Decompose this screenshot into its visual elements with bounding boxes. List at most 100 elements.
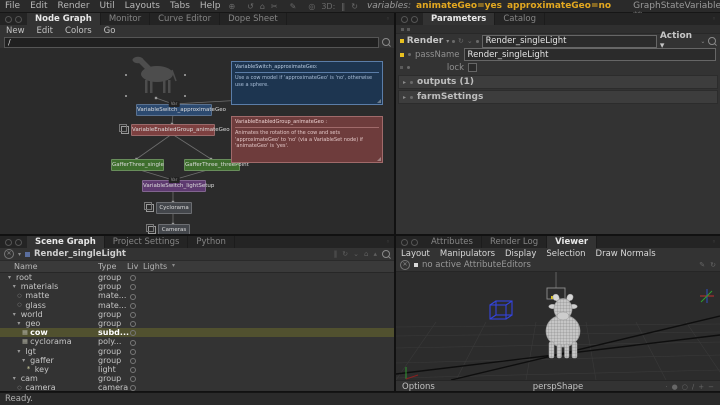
- scenegraph-row[interactable]: ▾lgt group: [0, 347, 394, 356]
- brush-icon[interactable]: ✎: [699, 261, 705, 269]
- parameter-group-bar[interactable]: ▸ farmSettings: [398, 90, 718, 104]
- menu-item[interactable]: Go: [98, 26, 122, 36]
- expander-icon[interactable]: ▸: [403, 94, 406, 101]
- menu-item[interactable]: Tabs: [165, 1, 195, 11]
- proxy-cube[interactable]: [490, 301, 512, 319]
- scenegraph-row[interactable]: *key light: [0, 365, 394, 374]
- menu-item[interactable]: Render: [53, 1, 95, 11]
- scenegraph-row[interactable]: ▾cam group: [0, 374, 394, 383]
- sticky-note[interactable]: VariableEnabledGroup_animateGeo : Animat…: [231, 116, 383, 163]
- scenegraph-row[interactable]: ▾geo group: [0, 319, 394, 328]
- node-option-icon[interactable]: [476, 40, 479, 43]
- chevron-down-icon[interactable]: ⌄: [700, 38, 705, 45]
- menu-item[interactable]: Draw Normals: [591, 249, 661, 259]
- slash-icon[interactable]: ∕: [692, 383, 694, 391]
- menu-item[interactable]: Util: [95, 1, 120, 11]
- search-icon[interactable]: [382, 38, 390, 46]
- live-render-toggle[interactable]: [130, 358, 136, 364]
- pane-float-icon[interactable]: [5, 16, 12, 23]
- search-icon[interactable]: [708, 37, 716, 45]
- menu-item[interactable]: Selection: [541, 249, 590, 259]
- refresh-icon[interactable]: ↻: [348, 2, 361, 11]
- pane-close-icon[interactable]: [15, 16, 22, 23]
- clear-icon[interactable]: ✕: [4, 249, 14, 259]
- expand-icon[interactable]: ⌄: [467, 37, 473, 45]
- bookmark-icon[interactable]: ▴: [373, 250, 377, 258]
- live-render-toggle[interactable]: [130, 367, 136, 373]
- live-render-toggle[interactable]: [130, 321, 136, 327]
- pane-menu-icon[interactable]: ◦: [386, 15, 394, 23]
- search-icon[interactable]: [382, 250, 390, 258]
- tab[interactable]: Python: [188, 236, 234, 248]
- node-icon[interactable]: ▾: [8, 274, 16, 281]
- node-icon[interactable]: ▾: [17, 320, 25, 327]
- menu-item[interactable]: Layout: [396, 249, 435, 259]
- edit-icon[interactable]: ✎: [287, 2, 300, 11]
- home-icon[interactable]: ⌂: [257, 2, 268, 11]
- scenegraph-row[interactable]: ○matte mate...: [0, 291, 394, 300]
- pane-close-icon[interactable]: [15, 239, 22, 246]
- column-lights[interactable]: Lights: [143, 262, 167, 271]
- live-render-toggle[interactable]: [130, 385, 136, 391]
- lock-checkbox[interactable]: [468, 63, 477, 72]
- tab[interactable]: Node Graph: [27, 13, 101, 25]
- passname-input[interactable]: [464, 48, 716, 61]
- node-icon[interactable]: ▾: [17, 348, 25, 355]
- graph-state-variable[interactable]: animateGeo=yes: [416, 1, 502, 11]
- column-type[interactable]: Type: [98, 262, 116, 271]
- menu-item[interactable]: Edit: [25, 1, 52, 11]
- param-option-icon[interactable]: [407, 66, 410, 69]
- node-icon[interactable]: ▾: [13, 283, 21, 290]
- scenegraph-row[interactable]: ▾materials group: [0, 282, 394, 291]
- live-render-toggle[interactable]: [130, 284, 136, 290]
- live-render-toggle[interactable]: [130, 303, 136, 309]
- node-icon[interactable]: ○: [17, 293, 25, 299]
- pane-close-icon[interactable]: [411, 16, 418, 23]
- cut-icon[interactable]: ✂: [268, 2, 281, 11]
- node-icon[interactable]: ▦: [22, 338, 30, 345]
- menu-item[interactable]: Manipulators: [435, 249, 500, 259]
- tab[interactable]: Monitor: [101, 13, 150, 25]
- parameter-group-bar[interactable]: ▸ outputs (1): [398, 75, 718, 89]
- scenegraph-row[interactable]: ○glass mate...: [0, 301, 394, 310]
- node-option-icon[interactable]: [452, 40, 455, 43]
- tab[interactable]: Dope Sheet: [220, 13, 287, 25]
- tab[interactable]: Curve Editor: [150, 13, 220, 25]
- globe-icon[interactable]: ◎: [305, 2, 318, 11]
- resize-grip[interactable]: [377, 157, 381, 161]
- pane-float-icon[interactable]: [5, 239, 12, 246]
- pause-icon[interactable]: ‖: [334, 250, 338, 258]
- node-icon[interactable]: ○: [17, 302, 25, 308]
- menu-item[interactable]: Edit: [31, 26, 59, 36]
- sync-icon[interactable]: ↻: [710, 261, 716, 269]
- scenegraph-row[interactable]: ▦cow subd...: [0, 328, 394, 337]
- menu-item[interactable]: New: [0, 26, 31, 36]
- node-icon[interactable]: ○: [17, 385, 25, 391]
- sticky-note[interactable]: VariableSwitch_approximateGeo: Use a cow…: [231, 61, 383, 105]
- flag-icon[interactable]: ⌂: [364, 250, 368, 258]
- pane-menu-icon[interactable]: ◦: [712, 15, 720, 23]
- node-icon[interactable]: ▾: [22, 357, 30, 364]
- tab[interactable]: Parameters: [423, 13, 495, 25]
- menu-item[interactable]: Layouts: [120, 1, 165, 11]
- node-icon[interactable]: *: [27, 365, 35, 373]
- pane-float-icon[interactable]: [401, 16, 408, 23]
- undo-icon[interactable]: ↺: [244, 2, 257, 11]
- live-render-toggle[interactable]: [130, 376, 136, 382]
- minus-icon[interactable]: −: [708, 383, 714, 391]
- menu-item[interactable]: File: [0, 1, 25, 11]
- tab[interactable]: Viewer: [547, 236, 597, 248]
- tab[interactable]: Attributes: [423, 236, 482, 248]
- node-icon[interactable]: ▦: [22, 329, 30, 336]
- chevron-down-icon[interactable]: ▾: [446, 38, 449, 45]
- viewport-3d[interactable]: [396, 272, 720, 380]
- column-menu-icon[interactable]: ▾: [172, 262, 175, 269]
- node-name-field[interactable]: [482, 35, 657, 48]
- column-live[interactable]: Liv: [127, 262, 138, 271]
- pause-icon[interactable]: ‖: [338, 2, 348, 11]
- scenegraph-row[interactable]: ▾root group: [0, 273, 394, 282]
- reset-icon[interactable]: ↻: [458, 37, 464, 45]
- chevron-down-icon[interactable]: ▾: [18, 251, 21, 258]
- pane-close-icon[interactable]: [411, 239, 418, 246]
- graph-state-variable[interactable]: approximateGeo=no: [507, 1, 611, 11]
